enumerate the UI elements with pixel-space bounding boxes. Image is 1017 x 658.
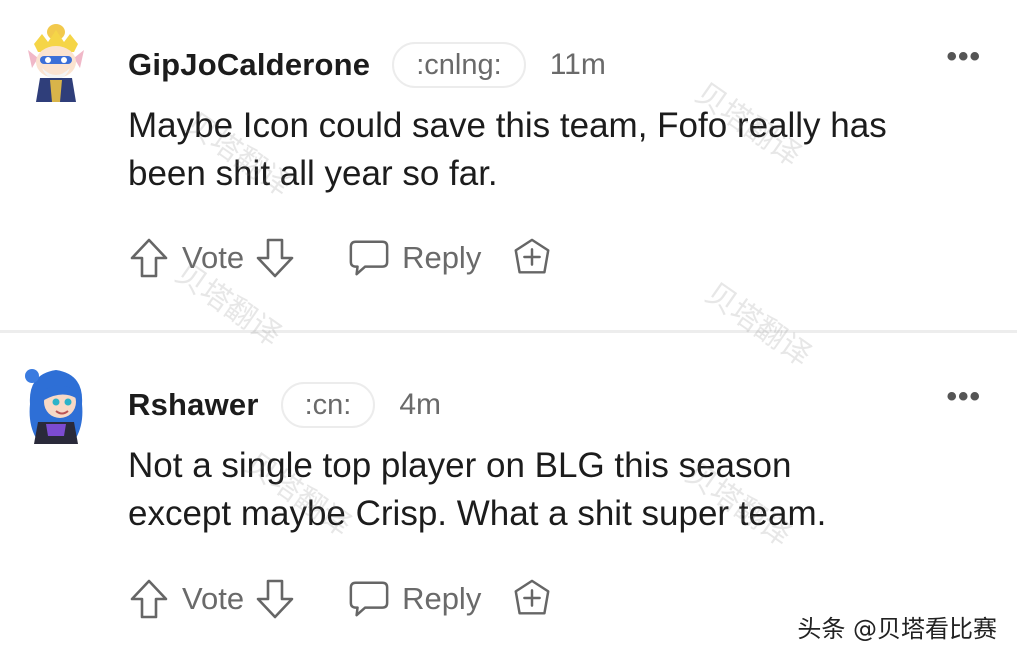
user-flair: :cnlng:	[392, 42, 526, 88]
avatar[interactable]	[22, 22, 90, 106]
more-options-icon[interactable]: •••	[946, 40, 981, 74]
reply-bubble-icon	[348, 236, 390, 280]
reply-label: Reply	[402, 581, 482, 616]
timestamp: 11m	[549, 48, 606, 81]
user-flair: :cn:	[280, 382, 376, 428]
upvote-icon[interactable]	[128, 577, 170, 621]
comment-body: Not a single top player on BLG this seas…	[128, 442, 988, 538]
downvote-icon[interactable]	[254, 577, 296, 621]
comment-actions: Vote Reply	[128, 574, 553, 624]
vote-label: Vote	[182, 581, 245, 616]
award-plus-icon[interactable]	[511, 577, 553, 621]
upvote-icon[interactable]	[128, 236, 170, 280]
source-watermark: 头条 @贝塔看比赛	[797, 615, 997, 643]
comment-body: Maybe Icon could save this team, Fofo re…	[128, 102, 988, 198]
comment-body-line: Maybe Icon could save this team, Fofo re…	[128, 106, 887, 145]
avatar[interactable]	[22, 364, 90, 448]
comment-body-line: been shit all year so far.	[128, 154, 498, 193]
more-options-icon[interactable]: •••	[946, 380, 981, 414]
username[interactable]: Rshawer	[128, 387, 259, 423]
reply-bubble-icon	[348, 577, 390, 621]
award-plus-icon[interactable]	[511, 236, 553, 280]
comment-header: GipJoCalderone :cnlng: 11m	[128, 38, 606, 92]
comment-actions: Vote Reply	[128, 233, 553, 283]
comment-body-line: Not a single top player on BLG this seas…	[128, 446, 792, 485]
downvote-icon[interactable]	[254, 236, 296, 280]
username[interactable]: GipJoCalderone	[128, 47, 370, 83]
comment-body-line: except maybe Crisp. What a shit super te…	[128, 494, 827, 533]
reply-button[interactable]: Reply	[348, 236, 481, 280]
reply-button[interactable]: Reply	[348, 577, 481, 621]
vote-label: Vote	[182, 240, 245, 275]
timestamp: 4m	[399, 388, 442, 421]
reply-label: Reply	[402, 240, 482, 275]
comment-1: GipJoCalderone :cnlng: 11m ••• Maybe Ico…	[0, 0, 1017, 330]
comment-divider	[0, 330, 1017, 333]
comment-header: Rshawer :cn: 4m	[128, 378, 441, 432]
